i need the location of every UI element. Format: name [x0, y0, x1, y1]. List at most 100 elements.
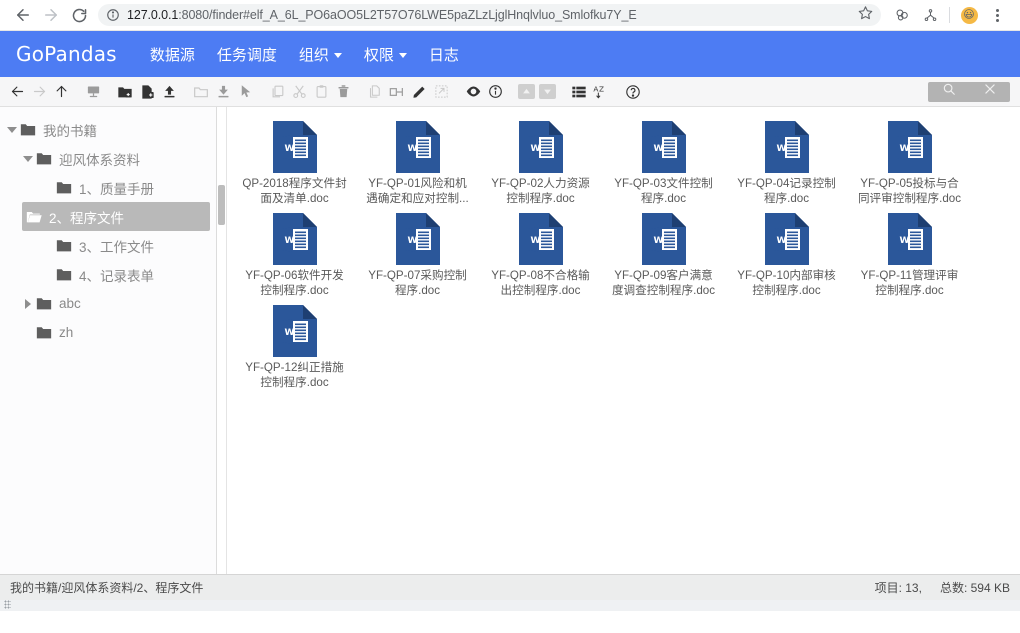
file-item[interactable]: W YF-QP-07采购控制 程序.doc	[356, 209, 479, 301]
forward-icon[interactable]	[28, 80, 50, 104]
close-icon[interactable]	[983, 82, 997, 101]
file-name: YF-QP-10内部审核 控制程序.doc	[728, 268, 846, 298]
rename-icon[interactable]	[386, 80, 408, 104]
address-bar[interactable]: 127.0.0.1:8080/finder#elf_A_6L_PO6aOO5L2…	[98, 4, 881, 26]
new-file-icon[interactable]	[136, 80, 158, 104]
copy-icon[interactable]	[266, 80, 288, 104]
file-grid-panel[interactable]: W QP-2018程序文件封 面及清单.doc W YF-QP-01风险和机 遇确定…	[227, 107, 1020, 574]
word-doc-icon: W	[395, 121, 440, 173]
sidebar-item-6[interactable]: abc	[0, 289, 216, 318]
chevron-down-icon[interactable]	[20, 155, 36, 162]
chrome-menu-icon[interactable]	[984, 2, 1010, 28]
chevron-down-icon	[333, 52, 342, 58]
sidebar-item-5[interactable]: 4、记录表单	[0, 260, 216, 289]
file-item[interactable]: W QP-2018程序文件封 面及清单.doc	[233, 117, 356, 209]
edit-pencil-icon[interactable]	[408, 80, 430, 104]
folder-icon	[56, 181, 73, 194]
file-name-line1: YF-QP-03文件控制	[614, 177, 713, 190]
search-box[interactable]	[928, 81, 1010, 102]
file-name-line2: 同评审控制程序.doc	[857, 192, 962, 205]
file-item[interactable]: W YF-QP-05投标与合 同评审控制程序.doc	[848, 117, 971, 209]
nav-item-scheduler[interactable]: 任务调度	[206, 31, 288, 77]
extensions-icon[interactable]	[889, 2, 915, 28]
chevron-right-icon[interactable]	[20, 298, 36, 309]
preview-eye-icon[interactable]	[462, 80, 484, 104]
move-down-icon[interactable]	[539, 84, 556, 99]
info-icon[interactable]	[484, 80, 506, 104]
sidebar-item-0[interactable]: 我的书籍	[0, 115, 216, 144]
chevron-down-icon[interactable]	[4, 126, 20, 133]
word-doc-icon: W	[641, 213, 686, 265]
bookmark-star-icon[interactable]	[858, 5, 873, 25]
file-name-line2: 程序.doc	[640, 192, 687, 205]
folder-icon	[36, 297, 53, 310]
sidebar-item-1[interactable]: 迎风体系资料	[0, 144, 216, 173]
sidebar-item-label: 4、记录表单	[79, 268, 155, 284]
list-view-icon[interactable]	[568, 80, 590, 104]
sidebar-item-label: 我的书籍	[43, 123, 97, 139]
sidebar-item-4[interactable]: 3、工作文件	[0, 231, 216, 260]
sidebar-item-3[interactable]: 2、程序文件	[22, 202, 210, 231]
file-item[interactable]: W YF-QP-10内部审核 控制程序.doc	[725, 209, 848, 301]
extract-icon[interactable]	[430, 80, 452, 104]
file-item[interactable]: W YF-QP-06软件开发 控制程序.doc	[233, 209, 356, 301]
sort-az-icon[interactable]: AZ	[590, 80, 612, 104]
delete-icon[interactable]	[332, 80, 354, 104]
file-name-line1: YF-QP-09客户满意	[614, 269, 713, 282]
select-cursor-icon[interactable]	[234, 80, 256, 104]
file-name: YF-QP-12纠正措施 控制程序.doc	[236, 360, 354, 390]
home-network-icon[interactable]	[82, 80, 104, 104]
help-icon[interactable]	[622, 80, 644, 104]
folder-tree-sidebar: 我的书籍迎风体系资料 1、质量手册 2、程序文件 3、工作文件 4、记录表单 abc zh	[0, 107, 217, 574]
search-icon[interactable]	[942, 82, 956, 101]
file-item[interactable]: W YF-QP-04记录控制 程序.doc	[725, 117, 848, 209]
up-icon[interactable]	[50, 80, 72, 104]
paste-icon[interactable]	[310, 80, 332, 104]
file-name-line2: 程序.doc	[394, 284, 441, 297]
file-item[interactable]: W YF-QP-09客户满意 度调查控制程序.doc	[602, 209, 725, 301]
browser-back-button[interactable]	[10, 2, 36, 28]
file-item[interactable]: W YF-QP-08不合格输 出控制程序.doc	[479, 209, 602, 301]
file-item[interactable]: W YF-QP-12纠正措施 控制程序.doc	[233, 301, 356, 393]
nav-item-datasource[interactable]: 数据源	[139, 31, 206, 77]
folder-icon	[36, 152, 53, 165]
file-item[interactable]: W YF-QP-02人力资源 控制程序.doc	[479, 117, 602, 209]
file-manager-body: 我的书籍 迎风体系资料 1、质量手册 2、程序文件 3、工作文件 4、记录表单 abc zh …	[0, 107, 1020, 574]
file-item[interactable]: W YF-QP-01风险和机 遇确定和应对控制...	[356, 117, 479, 209]
window-resize-grip[interactable]	[0, 600, 1020, 611]
site-info-icon[interactable]	[106, 8, 120, 22]
file-name-line1: QP-2018程序文件封	[242, 177, 347, 190]
profile-avatar[interactable]: 😃	[956, 2, 982, 28]
word-doc-icon: W	[887, 121, 932, 173]
browser-reload-button[interactable]	[66, 2, 92, 28]
move-up-icon[interactable]	[518, 84, 535, 99]
new-folder-icon[interactable]	[114, 80, 136, 104]
svg-text:W: W	[407, 236, 417, 246]
brand-logo[interactable]: GoPandas	[16, 42, 117, 66]
open-folder-icon[interactable]	[190, 80, 212, 104]
svg-text:W: W	[284, 144, 294, 154]
file-name: YF-QP-08不合格输 出控制程序.doc	[482, 268, 600, 298]
nav-item-log[interactable]: 日志	[418, 31, 470, 77]
cut-icon[interactable]	[288, 80, 310, 104]
word-doc-icon: W	[641, 121, 686, 173]
sidebar-item-2[interactable]: 1、质量手册	[0, 173, 216, 202]
nav-item-permission[interactable]: 权限	[353, 31, 418, 77]
sidebar-item-7[interactable]: zh	[0, 318, 216, 347]
sidebar-splitter[interactable]	[217, 107, 227, 574]
status-item-count: 项目: 13,	[874, 581, 922, 595]
nav-item-organization[interactable]: 组织	[288, 31, 353, 77]
folder-icon	[36, 326, 53, 339]
file-name: QP-2018程序文件封 面及清单.doc	[236, 176, 354, 206]
file-name: YF-QP-01风险和机 遇确定和应对控制...	[359, 176, 477, 206]
share-icon[interactable]	[917, 2, 943, 28]
back-icon[interactable]	[6, 80, 28, 104]
download-icon[interactable]	[212, 80, 234, 104]
status-total-size: 总数: 594 KB	[939, 581, 1010, 595]
file-item[interactable]: W YF-QP-03文件控制 程序.doc	[602, 117, 725, 209]
file-item[interactable]: W YF-QP-11管理评审 控制程序.doc	[848, 209, 971, 301]
upload-icon[interactable]	[158, 80, 180, 104]
duplicate-icon[interactable]	[364, 80, 386, 104]
nav-label: 组织	[298, 46, 329, 64]
browser-forward-button[interactable]	[38, 2, 64, 28]
